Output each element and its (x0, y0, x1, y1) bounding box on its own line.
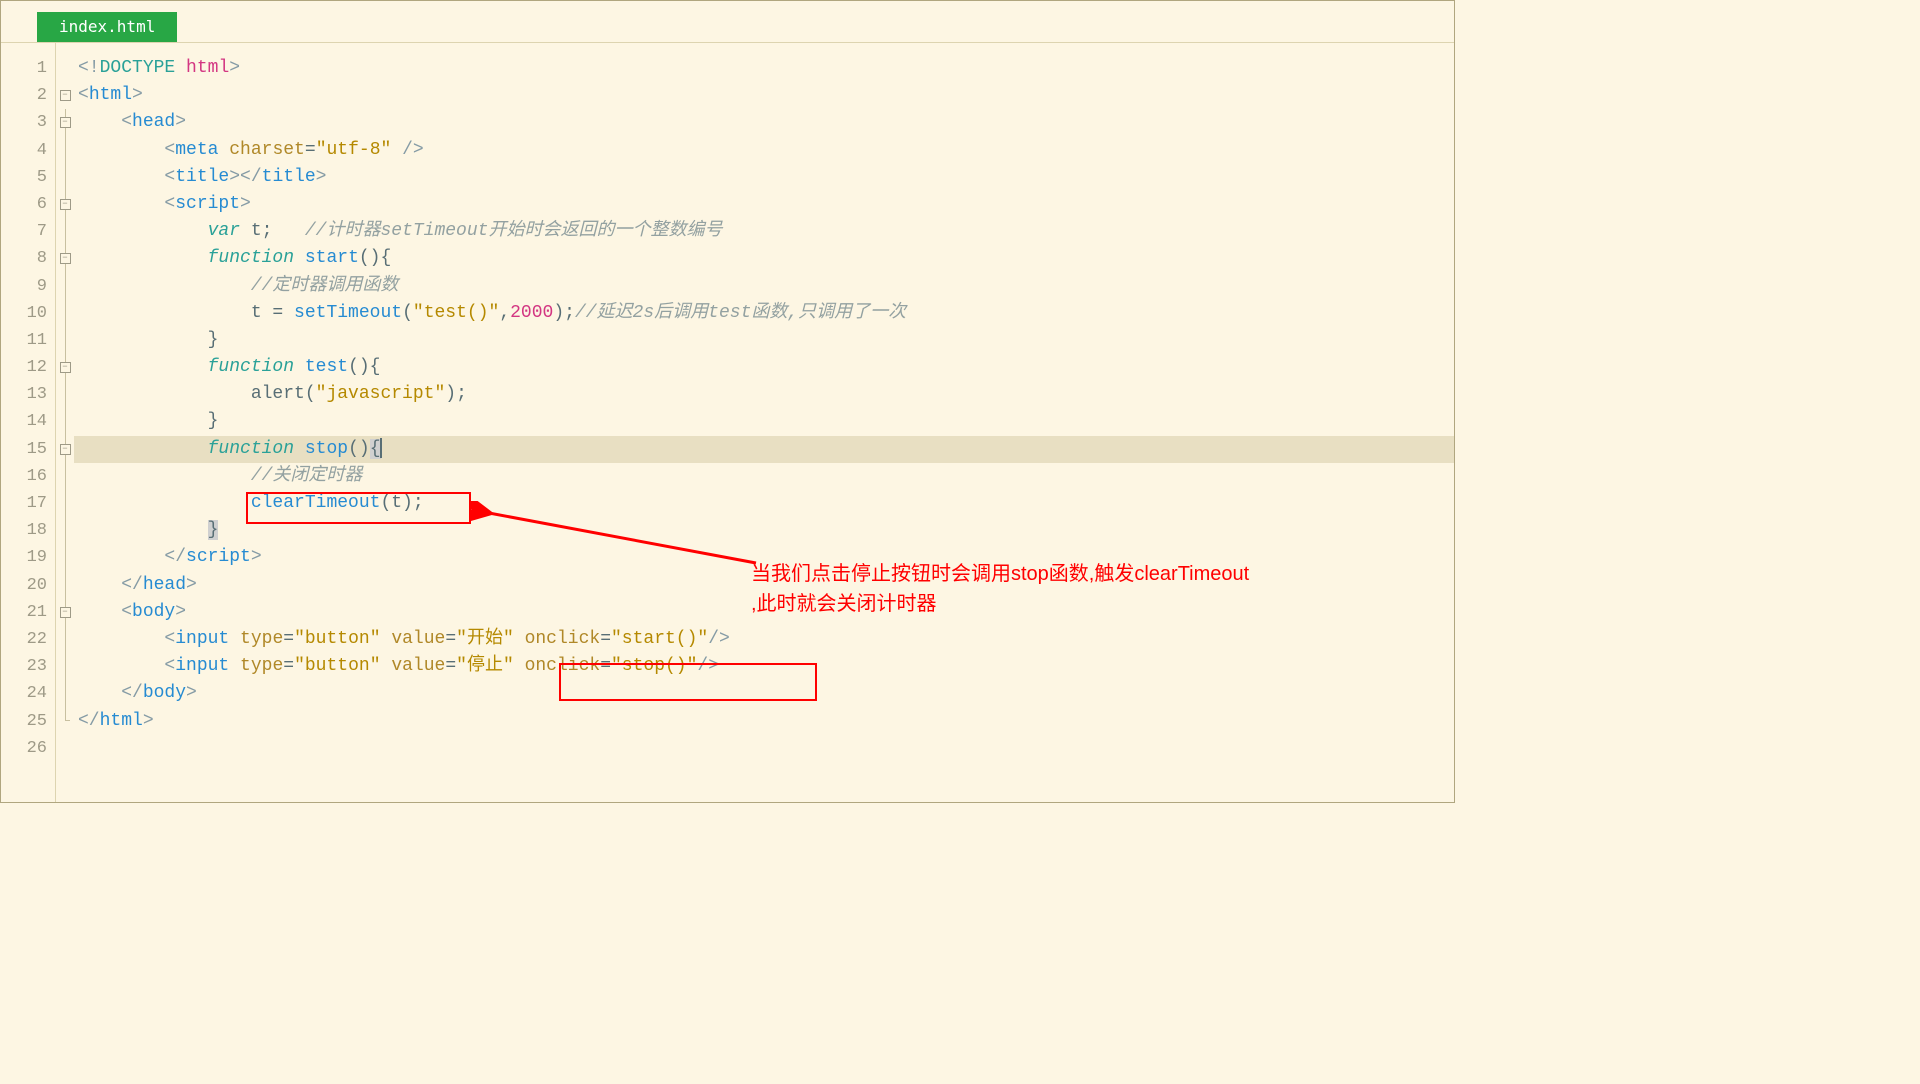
code-line[interactable]: <title></title> (74, 164, 1454, 191)
line-number: 11 (1, 327, 55, 354)
tab-index-html[interactable]: index.html (37, 12, 177, 42)
line-number: 1 (1, 55, 55, 82)
code-line[interactable] (74, 735, 1454, 762)
code-line[interactable]: <input type="button" value="停止" onclick=… (74, 653, 1454, 680)
line-number: 12 (1, 354, 55, 381)
code-line[interactable]: <html> (74, 82, 1454, 109)
line-number: 14 (1, 408, 55, 435)
code-line[interactable]: </html> (74, 708, 1454, 735)
code-content[interactable]: <!DOCTYPE html> <html> <head> <meta char… (74, 43, 1454, 802)
line-number: 8 (1, 245, 55, 272)
line-number: 5 (1, 164, 55, 191)
fold-toggle-icon[interactable]: − (60, 199, 71, 210)
annotation-text: 当我们点击停止按钮时会调用stop函数,触发clearTimeout ,此时就会… (751, 559, 1351, 619)
line-number: 20 (1, 572, 55, 599)
line-number: 7 (1, 218, 55, 245)
text-cursor (380, 438, 382, 458)
code-line[interactable]: var t; //计时器setTimeout开始时会返回的一个整数编号 (74, 218, 1454, 245)
code-area[interactable]: 1 2 3 4 5 6 7 8 9 10 11 12 13 14 15 16 1… (1, 43, 1454, 802)
fold-toggle-icon[interactable]: − (60, 90, 71, 101)
code-line[interactable]: <script> (74, 191, 1454, 218)
line-number: 24 (1, 680, 55, 707)
line-number: 21 (1, 599, 55, 626)
tab-bar: index.html (1, 1, 1454, 43)
fold-toggle-icon[interactable]: − (60, 362, 71, 373)
line-number: 2 (1, 82, 55, 109)
code-line-active[interactable]: function stop(){ (74, 436, 1454, 463)
fold-toggle-icon[interactable]: − (60, 444, 71, 455)
line-number: 13 (1, 381, 55, 408)
code-line[interactable]: //关闭定时器 (74, 463, 1454, 490)
line-number: 16 (1, 463, 55, 490)
line-number: 3 (1, 109, 55, 136)
line-number: 10 (1, 300, 55, 327)
line-number: 19 (1, 544, 55, 571)
line-number: 9 (1, 273, 55, 300)
code-line[interactable]: t = setTimeout("test()",2000);//延迟2s后调用t… (74, 300, 1454, 327)
code-editor: index.html 1 2 3 4 5 6 7 8 9 10 11 12 13… (0, 0, 1455, 803)
line-number: 6 (1, 191, 55, 218)
line-number: 17 (1, 490, 55, 517)
fold-column: − − − − − − − (56, 43, 74, 802)
code-line[interactable]: } (74, 327, 1454, 354)
line-number: 26 (1, 735, 55, 762)
fold-toggle-icon[interactable]: − (60, 117, 71, 128)
fold-toggle-icon[interactable]: − (60, 607, 71, 618)
code-line[interactable]: </body> (74, 680, 1454, 707)
code-line[interactable]: } (74, 517, 1454, 544)
line-number: 22 (1, 626, 55, 653)
line-number: 25 (1, 708, 55, 735)
code-line[interactable]: } (74, 408, 1454, 435)
line-number: 15 (1, 436, 55, 463)
code-line[interactable]: <meta charset="utf-8" /> (74, 137, 1454, 164)
line-number: 23 (1, 653, 55, 680)
code-line[interactable]: function test(){ (74, 354, 1454, 381)
code-line[interactable]: alert("javascript"); (74, 381, 1454, 408)
code-line[interactable]: function start(){ (74, 245, 1454, 272)
code-line[interactable]: //定时器调用函数 (74, 273, 1454, 300)
line-number: 4 (1, 137, 55, 164)
fold-toggle-icon[interactable]: − (60, 253, 71, 264)
line-number: 18 (1, 517, 55, 544)
code-line[interactable]: <head> (74, 109, 1454, 136)
code-line[interactable]: <input type="button" value="开始" onclick=… (74, 626, 1454, 653)
code-line[interactable]: clearTimeout(t); (74, 490, 1454, 517)
code-line[interactable]: <!DOCTYPE html> (74, 55, 1454, 82)
gutter: 1 2 3 4 5 6 7 8 9 10 11 12 13 14 15 16 1… (1, 43, 56, 802)
